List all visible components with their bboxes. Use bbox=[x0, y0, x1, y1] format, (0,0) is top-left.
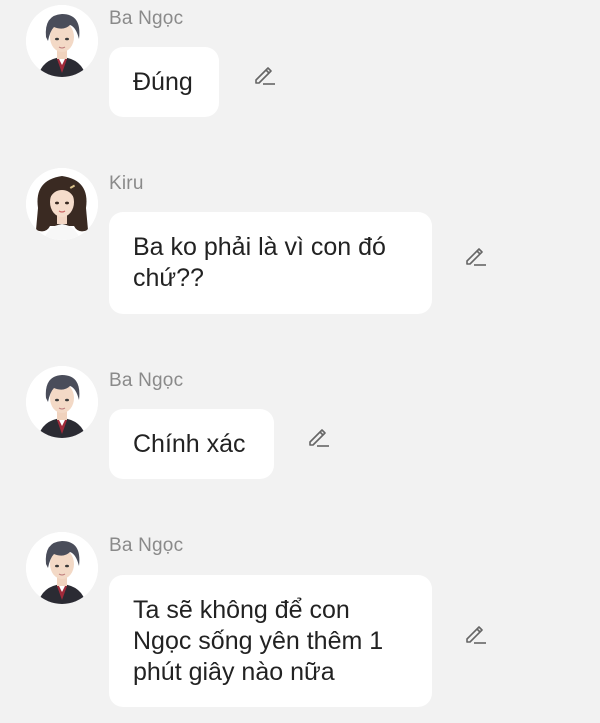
pencil-edit-icon[interactable] bbox=[252, 61, 278, 87]
message-bubble[interactable]: Ta sẽ không để con Ngọc sống yên thêm 1 … bbox=[109, 575, 432, 707]
sender-name: Ba Ngọc bbox=[109, 370, 184, 391]
message-bubble[interactable]: Ba ko phải là vì con đó chứ?? bbox=[109, 212, 432, 314]
female-character-avatar[interactable] bbox=[26, 168, 98, 240]
sender-name: Ba Ngọc bbox=[109, 535, 184, 556]
male-character-avatar[interactable] bbox=[26, 5, 98, 77]
message-bubble[interactable]: Đúng bbox=[109, 47, 219, 117]
male-character-avatar[interactable] bbox=[26, 532, 98, 604]
male-character-avatar[interactable] bbox=[26, 366, 98, 438]
pencil-edit-icon[interactable] bbox=[463, 242, 489, 268]
message-bubble[interactable]: Chính xác bbox=[109, 409, 274, 479]
sender-name: Ba Ngọc bbox=[109, 8, 184, 29]
chat-screen: { "messages": [ { "sender": "Ba Ngọc", "… bbox=[0, 0, 600, 723]
sender-name: Kiru bbox=[109, 173, 144, 194]
pencil-edit-icon[interactable] bbox=[463, 620, 489, 646]
pencil-edit-icon[interactable] bbox=[306, 423, 332, 449]
